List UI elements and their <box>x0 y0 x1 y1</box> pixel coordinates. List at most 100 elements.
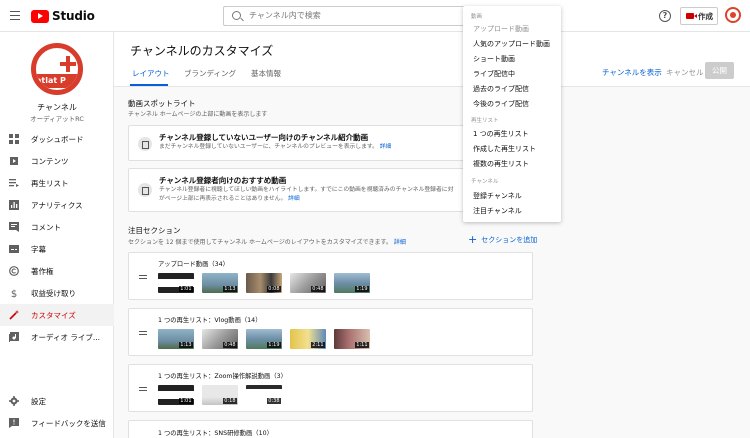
sidebar-item-dashboard[interactable]: ダッシュボード <box>0 128 114 150</box>
sidebar-item-settings[interactable]: 設定 <box>0 390 114 412</box>
channel-name: チャンネル <box>37 103 77 112</box>
hamburger-menu-icon[interactable] <box>10 11 20 20</box>
trailer-desc-text: まだチャンネル登録していないユーザーに、チャンネルのプレビューを表示します。 <box>159 144 378 150</box>
video-thumbnail[interactable]: 1:01 <box>158 273 194 293</box>
sidebar-item-feedback[interactable]: フィードバックを送信 <box>0 412 114 434</box>
dropdown-item-live-now[interactable]: ライブ配信中 <box>473 69 515 79</box>
video-duration: 1:01 <box>178 286 193 292</box>
tab-basic-info[interactable]: 基本情報 <box>251 68 281 79</box>
video-thumbnail[interactable]: 0:48 <box>290 273 326 293</box>
sidebar: atlat P チャンネル オーディアットRC ダッシュボード コンテンツ 再生… <box>0 32 114 438</box>
dropdown-item-subscriptions[interactable]: 登録チャンネル <box>473 191 522 201</box>
section-label: 1 つの再生リスト：Vlog動画（14） <box>158 317 262 324</box>
analytics-icon <box>9 200 19 210</box>
sidebar-item-label: 設定 <box>31 397 46 406</box>
view-channel-link[interactable]: チャンネルを表示 <box>602 67 662 78</box>
drag-handle-icon[interactable] <box>139 387 147 392</box>
gear-icon <box>9 396 19 406</box>
publish-button[interactable]: 公開 <box>705 62 734 79</box>
featured-sections-learn-more-link[interactable]: 詳細 <box>394 239 406 246</box>
section-card-zoom[interactable]: 1 つの再生リスト：Zoom操作解説動画（3） 1:01 0:18 0:38 <box>128 364 533 412</box>
video-thumbnail[interactable]: 1:13 <box>158 329 194 349</box>
tab-branding[interactable]: ブランディング <box>184 68 236 79</box>
video-thumbnail[interactable]: 1:13 <box>202 273 238 293</box>
cancel-button[interactable]: キャンセル <box>666 67 704 78</box>
video-duration: 1:19 <box>266 342 281 348</box>
search-placeholder: チャンネル内で検索 <box>249 11 321 20</box>
video-thumbnail[interactable]: 1:11 <box>334 329 370 349</box>
video-duration: 1:01 <box>178 398 193 404</box>
playlist-icon <box>9 179 19 187</box>
sidebar-item-copyright[interactable]: 著作権 <box>0 260 114 282</box>
video-thumbnail[interactable]: 1:01 <box>158 385 194 405</box>
section-card-vlog[interactable]: 1 つの再生リスト：Vlog動画（14） 1:13 0:48 1:19 2:11… <box>128 308 533 356</box>
trailer-title: チャンネル登録していないユーザー向けのチャンネル紹介動画 <box>159 133 369 142</box>
dropdown-heading-videos: 動画 <box>471 14 483 20</box>
tab-layout[interactable]: レイアウト <box>132 68 170 79</box>
section-card-uploads[interactable]: アップロード動画（34） 1:01 1:13 0:08 0:48 1:19 <box>128 252 533 300</box>
spotlight-title: 動画スポットライト <box>128 99 196 108</box>
add-section-button[interactable]: + セクションを追加 <box>468 232 537 246</box>
create-label: 作成 <box>698 12 713 21</box>
youtube-play-icon <box>31 9 49 23</box>
subtitle-icon <box>9 245 19 253</box>
sidebar-item-label: アナリティクス <box>31 201 83 210</box>
thumbnail-row: 1:01 1:13 0:08 0:48 1:19 <box>158 273 378 293</box>
sidebar-item-content[interactable]: コンテンツ <box>0 150 114 172</box>
sidebar-item-label: カスタマイズ <box>31 311 76 320</box>
dropdown-item-single-playlist[interactable]: 1 つの再生リスト <box>473 129 529 139</box>
video-thumbnail[interactable]: 0:38 <box>246 385 282 405</box>
avatar-band: atlat P <box>36 74 78 88</box>
sidebar-item-monetization[interactable]: $ 収益受け取り <box>0 282 114 304</box>
video-duration: 0:38 <box>266 398 281 404</box>
drag-handle-icon[interactable] <box>139 275 147 280</box>
video-thumbnail[interactable]: 2:11 <box>290 329 326 349</box>
dropdown-item-popular-uploads[interactable]: 人気のアップロード動画 <box>473 39 550 49</box>
dropdown-item-upcoming-live[interactable]: 今後のライブ配信 <box>473 99 529 109</box>
video-duration: 0:48 <box>310 286 325 292</box>
featured-video-title: チャンネル登録者向けのおすすめ動画 <box>159 176 287 185</box>
dollar-icon: $ <box>11 289 17 298</box>
spotlight-desc: チャンネル ホームページの上部に動画を表示します <box>128 111 268 118</box>
content-icon <box>10 157 18 165</box>
sidebar-item-subtitles[interactable]: 字幕 <box>0 238 114 260</box>
top-app-bar: Studio チャンネル内で検索 ? 作成 <box>0 0 750 32</box>
dropdown-item-created-playlists[interactable]: 作成した再生リスト <box>473 144 536 154</box>
sidebar-item-comments[interactable]: コメント <box>0 216 114 238</box>
channel-avatar[interactable]: atlat P <box>31 43 83 95</box>
dropdown-item-multiple-playlists[interactable]: 複数の再生リスト <box>473 159 529 169</box>
video-thumbnail[interactable]: 0:18 <box>202 385 238 405</box>
video-camera-icon <box>686 13 697 19</box>
video-thumbnail[interactable]: 1:19 <box>334 273 370 293</box>
sidebar-item-customization[interactable]: カスタマイズ <box>0 304 114 326</box>
account-avatar[interactable] <box>725 7 741 23</box>
studio-logo[interactable]: Studio <box>31 9 95 23</box>
section-card-sns[interactable]: 1 つの再生リスト：SNS研修動画（10） <box>128 420 533 438</box>
dropdown-item-past-live[interactable]: 過去のライブ配信 <box>473 84 529 94</box>
audio-library-icon <box>9 332 19 342</box>
search-input[interactable]: チャンネル内で検索 <box>223 6 473 26</box>
dropdown-heading-channels: チャンネル <box>471 179 499 185</box>
sidebar-item-label: ダッシュボード <box>31 135 84 144</box>
dropdown-item-featured-channels[interactable]: 注目チャンネル <box>473 206 522 216</box>
svg-text:$: $ <box>11 289 17 298</box>
video-thumbnail[interactable]: 0:48 <box>202 329 238 349</box>
video-thumbnail[interactable]: 1:19 <box>246 329 282 349</box>
trailer-learn-more-link[interactable]: 詳細 <box>380 144 392 150</box>
video-duration: 0:48 <box>222 342 237 348</box>
dashboard-icon <box>9 134 19 144</box>
video-thumbnail[interactable]: 0:08 <box>246 273 282 293</box>
magic-wand-icon <box>9 310 19 320</box>
drag-handle-icon[interactable] <box>139 331 147 336</box>
section-label: 1 つの再生リスト：Zoom操作解説動画（3） <box>158 373 287 380</box>
sidebar-item-playlists[interactable]: 再生リスト <box>0 172 114 194</box>
sidebar-item-analytics[interactable]: アナリティクス <box>0 194 114 216</box>
create-button[interactable]: 作成 <box>680 7 718 25</box>
featured-sections-title: 注目セクション <box>128 226 181 235</box>
logo-text: Studio <box>52 9 95 23</box>
dropdown-item-shorts[interactable]: ショート動画 <box>473 54 515 64</box>
featured-video-learn-more-link[interactable]: 詳細 <box>288 196 300 202</box>
main-content: チャンネルのカスタマイズ レイアウト ブランディング 基本情報 チャンネルを表示… <box>114 32 750 438</box>
help-icon[interactable]: ? <box>659 10 671 22</box>
sidebar-item-audio-library[interactable]: オーディオ ライブ... <box>0 326 114 348</box>
